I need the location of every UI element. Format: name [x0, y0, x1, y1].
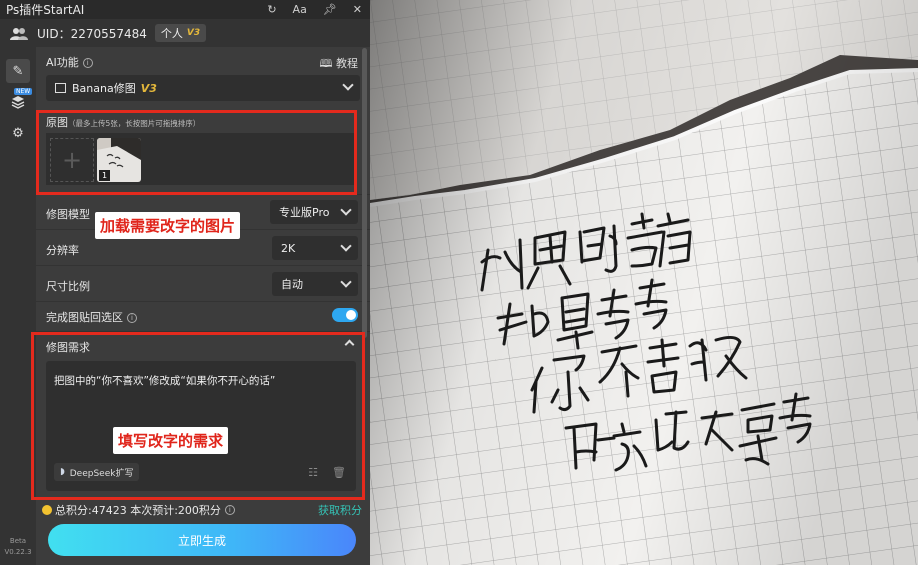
aspect-value: 自动	[281, 278, 303, 291]
panel-scrollbar[interactable]	[362, 48, 367, 338]
version-label: V0.22.3	[4, 548, 32, 556]
chevron-down-icon	[340, 276, 352, 288]
ai-feature-label-text: AI功能	[46, 56, 79, 69]
ai-feature-label: AI功能 i	[46, 54, 93, 70]
annotation-box-upload	[36, 110, 357, 195]
edit-tool-icon[interactable]: ✎	[6, 59, 30, 83]
chevron-down-icon	[340, 240, 352, 252]
plan-version: V3	[186, 28, 201, 38]
window-title: Ps插件StartAI	[6, 3, 85, 17]
divider	[36, 301, 370, 302]
paste-back-text: 完成图贴回选区	[46, 311, 123, 324]
info-icon[interactable]: i	[224, 505, 235, 515]
photo-graphic	[370, 0, 918, 565]
ai-feature-select[interactable]: Banana修图 V3	[46, 75, 360, 101]
points-summary: 总积分:47423 本次预计:200积分	[55, 504, 221, 517]
refresh-icon[interactable]: ↻	[267, 3, 276, 16]
info-icon[interactable]: i	[82, 58, 93, 68]
paste-back-toggle[interactable]	[332, 308, 358, 322]
aspect-label: 尺寸比例	[46, 280, 90, 293]
tutorial-text: 教程	[336, 57, 358, 70]
screenshot-root: Ps插件StartAI ↻ Aa 📌︎ ✕ UID：2270557484 个人	[0, 0, 918, 565]
paste-back-label: 完成图贴回选区 i	[46, 309, 137, 325]
model-value: 专业版Pro	[279, 206, 330, 219]
title-bar: Ps插件StartAI ↻ Aa 📌︎ ✕	[0, 0, 370, 19]
plan-name: 个人	[160, 27, 183, 40]
generate-button[interactable]: 立即生成	[48, 524, 356, 556]
handwriting-photo	[370, 0, 918, 565]
aspect-select[interactable]: 自动	[272, 272, 358, 296]
annotation-fill-requirement: 填写改字的需求	[113, 427, 229, 454]
book-icon: 🕮︎	[319, 57, 336, 70]
annotation-load-image: 加载需要改字的图片	[95, 212, 241, 239]
resolution-value: 2K	[281, 241, 296, 255]
coin-icon	[42, 505, 52, 515]
users-icon	[10, 26, 28, 40]
resolution-label: 分辨率	[46, 244, 79, 257]
ai-feature-version: V3	[140, 81, 157, 95]
chevron-down-icon	[342, 79, 354, 91]
annotation-box-requirement	[31, 332, 365, 500]
toggle-knob	[346, 310, 356, 320]
plan-badge[interactable]: 个人 V3	[154, 24, 207, 42]
new-badge: NEW	[14, 88, 33, 95]
user-bar: UID：2270557484 个人 V3	[0, 19, 370, 47]
image-icon	[55, 83, 66, 93]
model-label: 修图模型	[46, 208, 90, 221]
user-id: UID：2270557484	[37, 26, 147, 41]
points-info: 总积分:47423 本次预计:200积分 i	[42, 502, 235, 518]
ai-feature-value: Banana修图	[72, 82, 136, 95]
tutorial-link[interactable]: 🕮︎ 教程	[320, 55, 358, 74]
font-size-icon[interactable]: Aa	[293, 3, 307, 16]
chevron-down-icon	[340, 204, 352, 216]
get-points-link[interactable]: 获取积分	[318, 502, 362, 518]
info-icon[interactable]: i	[127, 313, 137, 323]
resolution-select[interactable]: 2K	[272, 236, 358, 260]
pin-icon[interactable]: 📌︎	[323, 3, 337, 16]
model-select[interactable]: 专业版Pro	[270, 200, 358, 224]
close-icon[interactable]: ✕	[353, 3, 362, 16]
divider	[36, 265, 370, 266]
beta-label: Beta	[9, 537, 27, 545]
settings-gear-icon[interactable]: ⚙	[6, 121, 30, 145]
title-bar-icons: ↻ Aa 📌︎ ✕	[267, 0, 362, 19]
plugin-panel: Ps插件StartAI ↻ Aa 📌︎ ✕ UID：2270557484 个人	[0, 0, 370, 565]
